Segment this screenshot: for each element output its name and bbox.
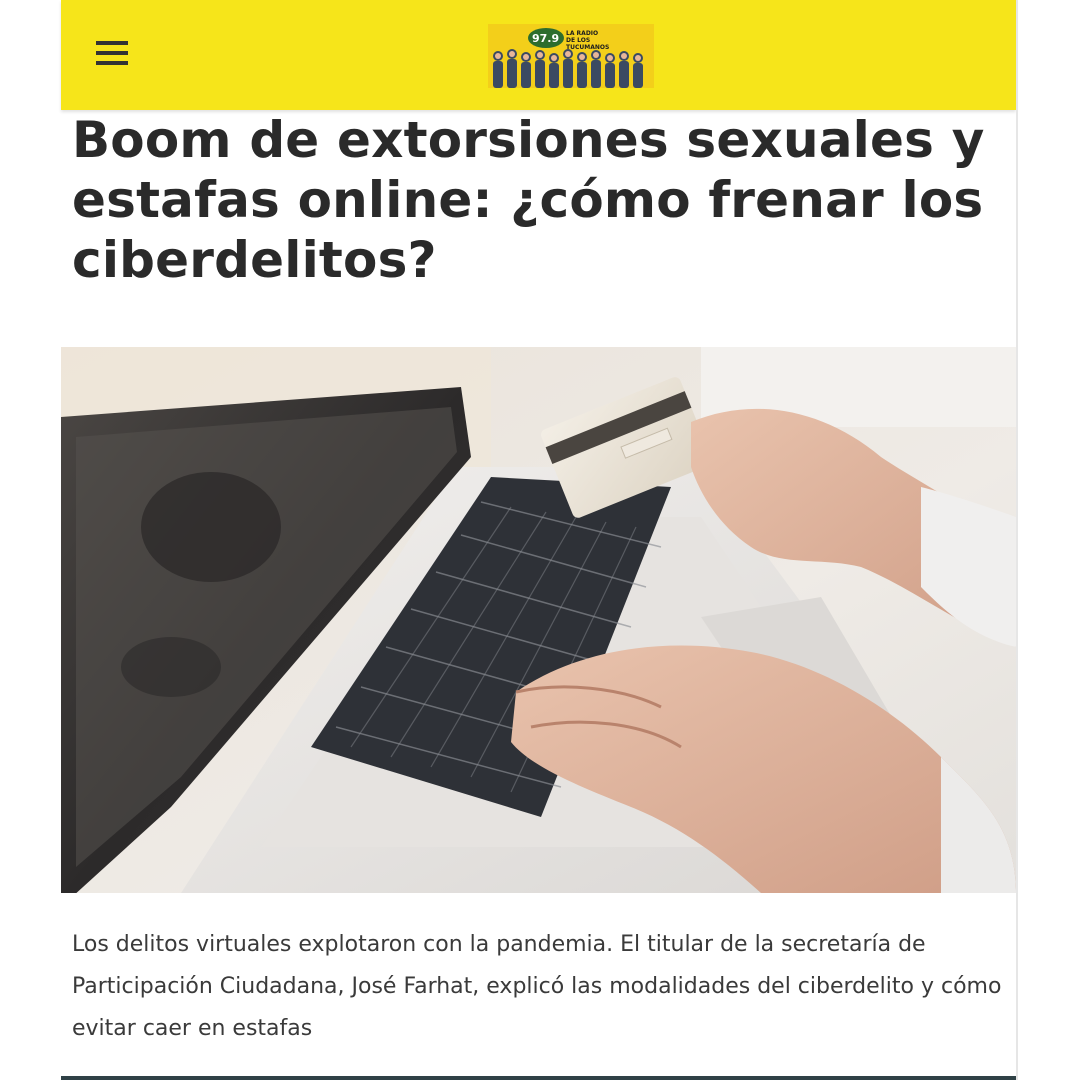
laptop-credit-card-photo (61, 347, 1016, 893)
article-hero-image (61, 347, 1016, 893)
svg-text:DE LOS: DE LOS (566, 37, 590, 44)
site-header: 97.9 LA RADIO DE LOS TUCUMANOS (61, 0, 1016, 110)
menu-button[interactable] (89, 30, 135, 76)
article-headline: Boom de extorsiones sexuales y estafas o… (72, 111, 985, 289)
radio-logo-graphic: 97.9 LA RADIO DE LOS TUCUMANOS (488, 24, 654, 88)
svg-text:97.9: 97.9 (532, 32, 559, 45)
svg-text:TUCUMANOS: TUCUMANOS (566, 44, 609, 51)
svg-text:LA RADIO: LA RADIO (566, 30, 598, 37)
hamburger-menu-icon[interactable] (96, 40, 128, 66)
site-logo[interactable]: 97.9 LA RADIO DE LOS TUCUMANOS (488, 24, 654, 88)
article-page: 97.9 LA RADIO DE LOS TUCUMANOS Boom de e… (61, 0, 1016, 1080)
page-edge-divider (1016, 0, 1018, 1080)
section-divider (61, 1076, 1016, 1080)
article-summary: Los delitos virtuales explotaron con la … (72, 932, 1002, 1041)
